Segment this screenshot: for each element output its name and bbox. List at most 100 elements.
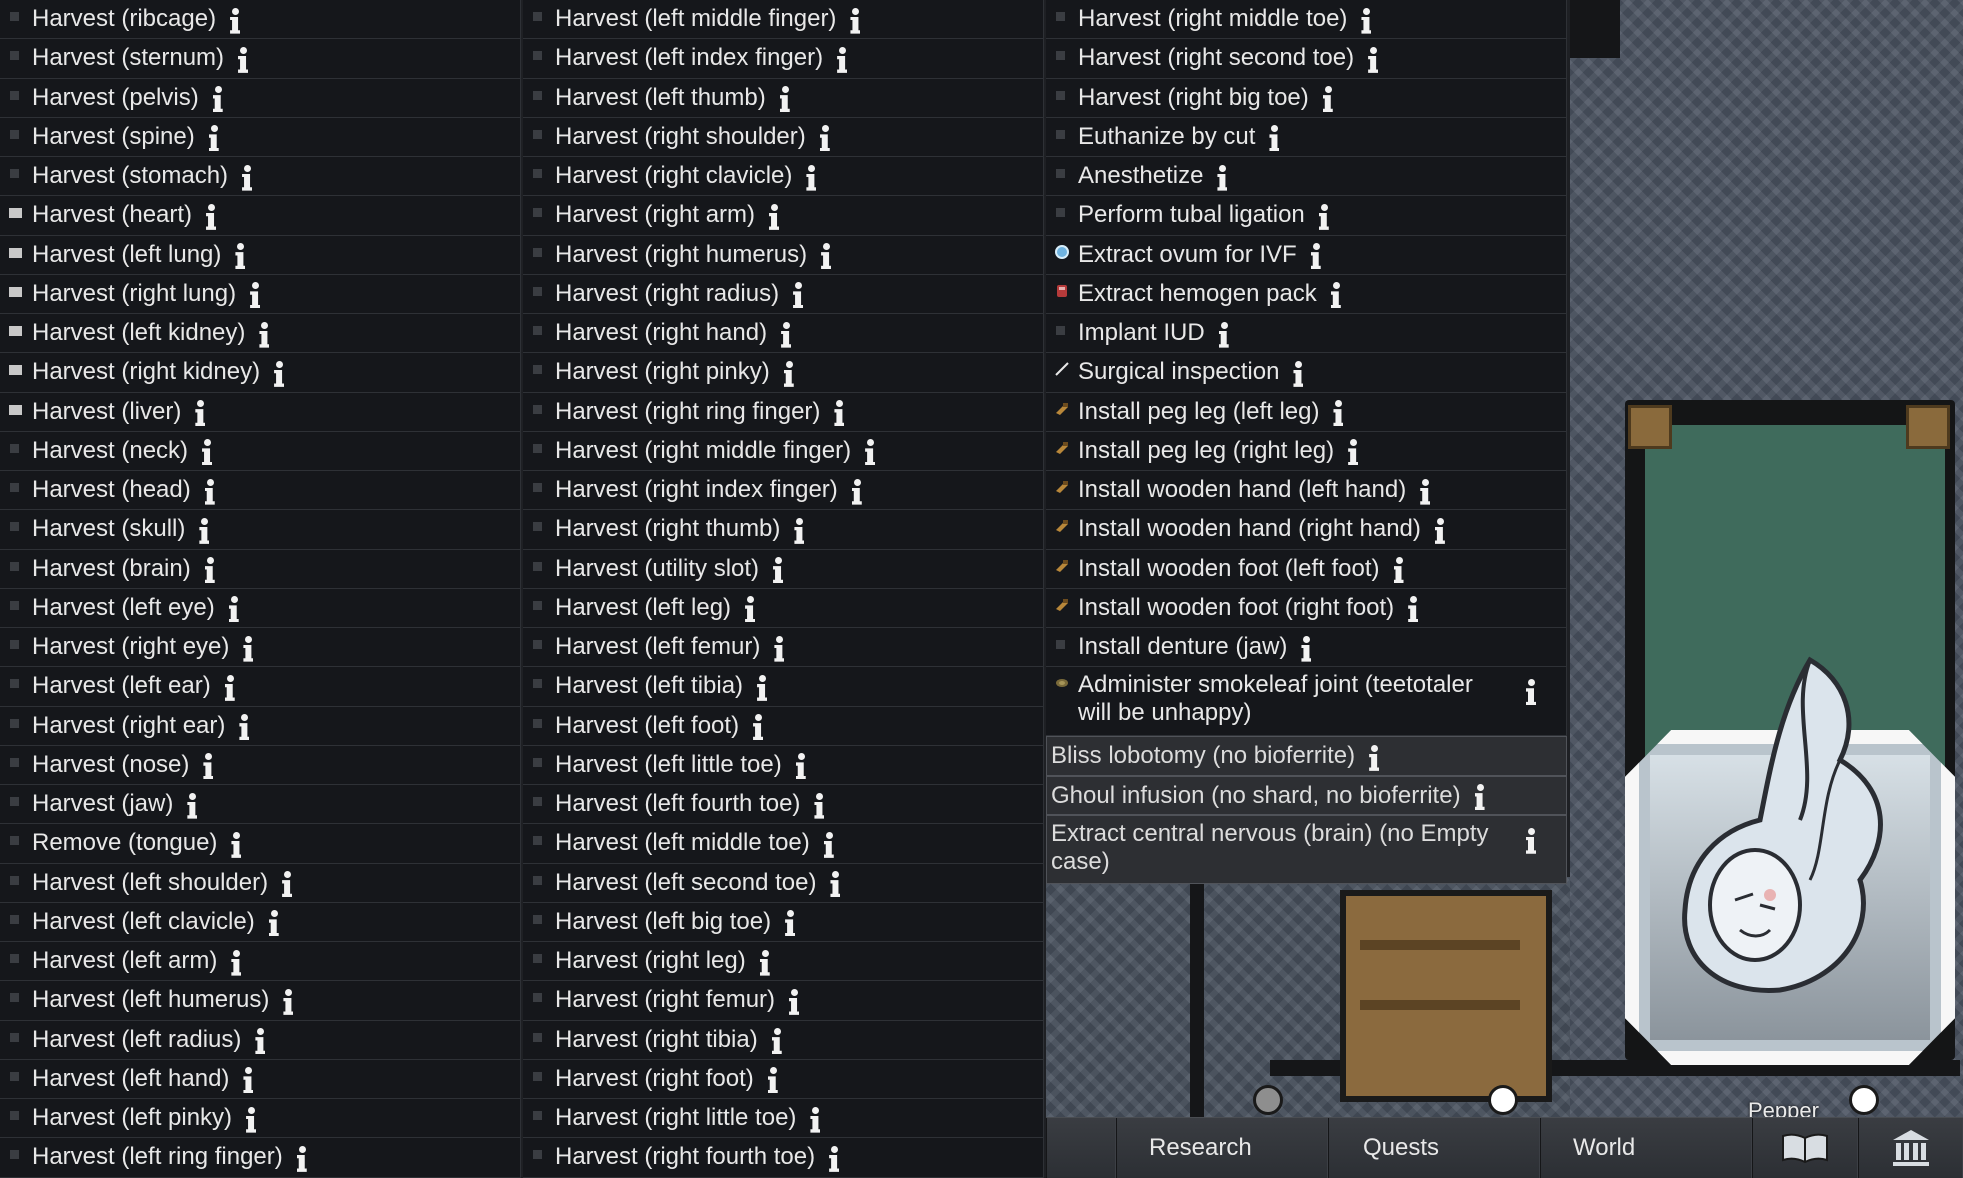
float-menu-option[interactable]: Harvest (ribcage) [0, 0, 521, 40]
info-icon[interactable] [791, 280, 805, 308]
float-menu-option[interactable]: Ghoul infusion (no shard, no bioferrite) [1046, 775, 1567, 815]
float-menu-option[interactable]: Harvest (right pinky) [523, 353, 1044, 393]
float-menu-option[interactable]: Harvest (right tibia) [523, 1020, 1044, 1060]
float-menu-option[interactable]: Implant IUD [1046, 314, 1567, 354]
float-menu-option[interactable]: Harvest (left hand) [0, 1059, 521, 1099]
float-menu-option[interactable]: Harvest (right middle toe) [1046, 0, 1567, 40]
world-tab[interactable]: World [1540, 1118, 1752, 1178]
float-menu-option[interactable]: Install wooden foot (left foot) [1046, 549, 1567, 589]
info-icon[interactable] [835, 45, 849, 73]
info-icon[interactable] [1321, 84, 1335, 112]
info-icon[interactable] [236, 45, 250, 73]
float-menu-option[interactable]: Harvest (left eye) [0, 588, 521, 628]
info-icon[interactable] [770, 1026, 784, 1054]
float-menu-option[interactable]: Harvest (skull) [0, 510, 521, 550]
float-menu-option[interactable]: Harvest (left foot) [523, 706, 1044, 746]
info-icon[interactable] [233, 241, 247, 269]
info-icon[interactable] [804, 163, 818, 191]
float-menu-option[interactable]: Harvest (stomach) [0, 157, 521, 197]
float-menu-option[interactable]: Harvest (right little toe) [523, 1099, 1044, 1139]
ghost-pawn-icon[interactable] [1660, 650, 1890, 1010]
float-menu-option[interactable]: Install wooden foot (right foot) [1046, 588, 1567, 628]
float-menu-option[interactable]: Harvest (right lung) [0, 274, 521, 314]
float-menu-option[interactable]: Harvest (heart) [0, 196, 521, 236]
float-menu-option[interactable]: Harvest (utility slot) [523, 549, 1044, 589]
info-icon[interactable] [787, 987, 801, 1015]
info-icon[interactable] [772, 634, 786, 662]
info-icon[interactable] [203, 477, 217, 505]
info-icon[interactable] [743, 594, 757, 622]
info-icon[interactable] [201, 751, 215, 779]
info-icon[interactable] [819, 241, 833, 269]
float-menu-option[interactable]: Harvest (left humerus) [0, 981, 521, 1021]
float-menu-option[interactable]: Harvest (jaw) [0, 785, 521, 825]
info-icon[interactable] [794, 751, 808, 779]
float-menu-option[interactable]: Harvest (left ear) [0, 667, 521, 707]
info-icon[interactable] [1291, 359, 1305, 387]
info-icon[interactable] [1309, 241, 1323, 269]
float-menu-option[interactable]: Euthanize by cut [1046, 117, 1567, 157]
info-icon[interactable] [850, 477, 864, 505]
float-menu-option[interactable]: Perform tubal ligation [1046, 196, 1567, 236]
info-icon[interactable] [272, 359, 286, 387]
float-menu-option[interactable]: Harvest (brain) [0, 549, 521, 589]
float-menu-option[interactable]: Harvest (right arm) [523, 196, 1044, 236]
info-icon[interactable] [241, 634, 255, 662]
info-icon[interactable] [185, 791, 199, 819]
float-menu-option[interactable]: Harvest (left radius) [0, 1020, 521, 1060]
float-menu-option[interactable]: Harvest (right second toe) [1046, 39, 1567, 79]
info-icon[interactable] [1524, 826, 1538, 854]
info-icon[interactable] [758, 948, 772, 976]
float-menu-option[interactable]: Harvest (left clavicle) [0, 902, 521, 942]
info-icon[interactable] [1217, 320, 1231, 348]
float-menu-option[interactable]: Install denture (jaw) [1046, 628, 1567, 668]
info-icon[interactable] [240, 163, 254, 191]
info-icon[interactable] [237, 712, 251, 740]
info-icon[interactable] [771, 555, 785, 583]
info-icon[interactable] [193, 398, 207, 426]
info-icon[interactable] [1524, 677, 1538, 705]
info-icon[interactable] [1317, 202, 1331, 230]
float-menu-option[interactable]: Surgical inspection [1046, 353, 1567, 393]
float-menu-option[interactable]: Harvest (right big toe) [1046, 78, 1567, 118]
float-menu-option[interactable]: Harvest (right eye) [0, 628, 521, 668]
wooden-table[interactable] [1340, 890, 1552, 1102]
info-icon[interactable] [782, 359, 796, 387]
info-icon[interactable] [1299, 634, 1313, 662]
info-icon[interactable] [228, 6, 242, 34]
float-menu-option[interactable]: Harvest (left kidney) [0, 314, 521, 354]
info-icon[interactable] [792, 516, 806, 544]
float-menu-option[interactable]: Harvest (head) [0, 471, 521, 511]
info-icon[interactable] [204, 202, 218, 230]
pawn-marker[interactable] [1253, 1085, 1283, 1115]
info-icon[interactable] [223, 673, 237, 701]
float-menu-option[interactable]: Install peg leg (left leg) [1046, 392, 1567, 432]
float-menu-option[interactable]: Install peg leg (right leg) [1046, 431, 1567, 471]
learning-helper-button[interactable] [1752, 1118, 1858, 1178]
float-menu-option[interactable]: Remove (tongue) [0, 824, 521, 864]
info-icon[interactable] [1329, 280, 1343, 308]
info-icon[interactable] [207, 123, 221, 151]
float-menu-option[interactable]: Harvest (left little toe) [523, 745, 1044, 785]
info-icon[interactable] [808, 1105, 822, 1133]
info-icon[interactable] [267, 908, 281, 936]
info-icon[interactable] [778, 84, 792, 112]
float-menu-option[interactable]: Harvest (right shoulder) [523, 117, 1044, 157]
float-menu-option[interactable]: Harvest (left index finger) [523, 39, 1044, 79]
float-menu-option[interactable]: Harvest (left tibia) [523, 667, 1044, 707]
float-menu-option[interactable]: Harvest (left big toe) [523, 902, 1044, 942]
info-icon[interactable] [828, 869, 842, 897]
info-icon[interactable] [863, 437, 877, 465]
info-icon[interactable] [1392, 555, 1406, 583]
pawn-marker[interactable] [1849, 1085, 1879, 1115]
float-menu-option[interactable]: Harvest (right ear) [0, 706, 521, 746]
info-icon[interactable] [1367, 743, 1381, 771]
float-menu-option[interactable]: Harvest (left thumb) [523, 78, 1044, 118]
float-menu-option[interactable]: Extract hemogen pack [1046, 274, 1567, 314]
float-menu-option[interactable]: Harvest (right clavicle) [523, 157, 1044, 197]
info-icon[interactable] [1366, 45, 1380, 73]
info-icon[interactable] [1418, 477, 1432, 505]
ideoligion-button[interactable] [1858, 1118, 1963, 1178]
info-icon[interactable] [295, 1144, 309, 1172]
info-icon[interactable] [832, 398, 846, 426]
